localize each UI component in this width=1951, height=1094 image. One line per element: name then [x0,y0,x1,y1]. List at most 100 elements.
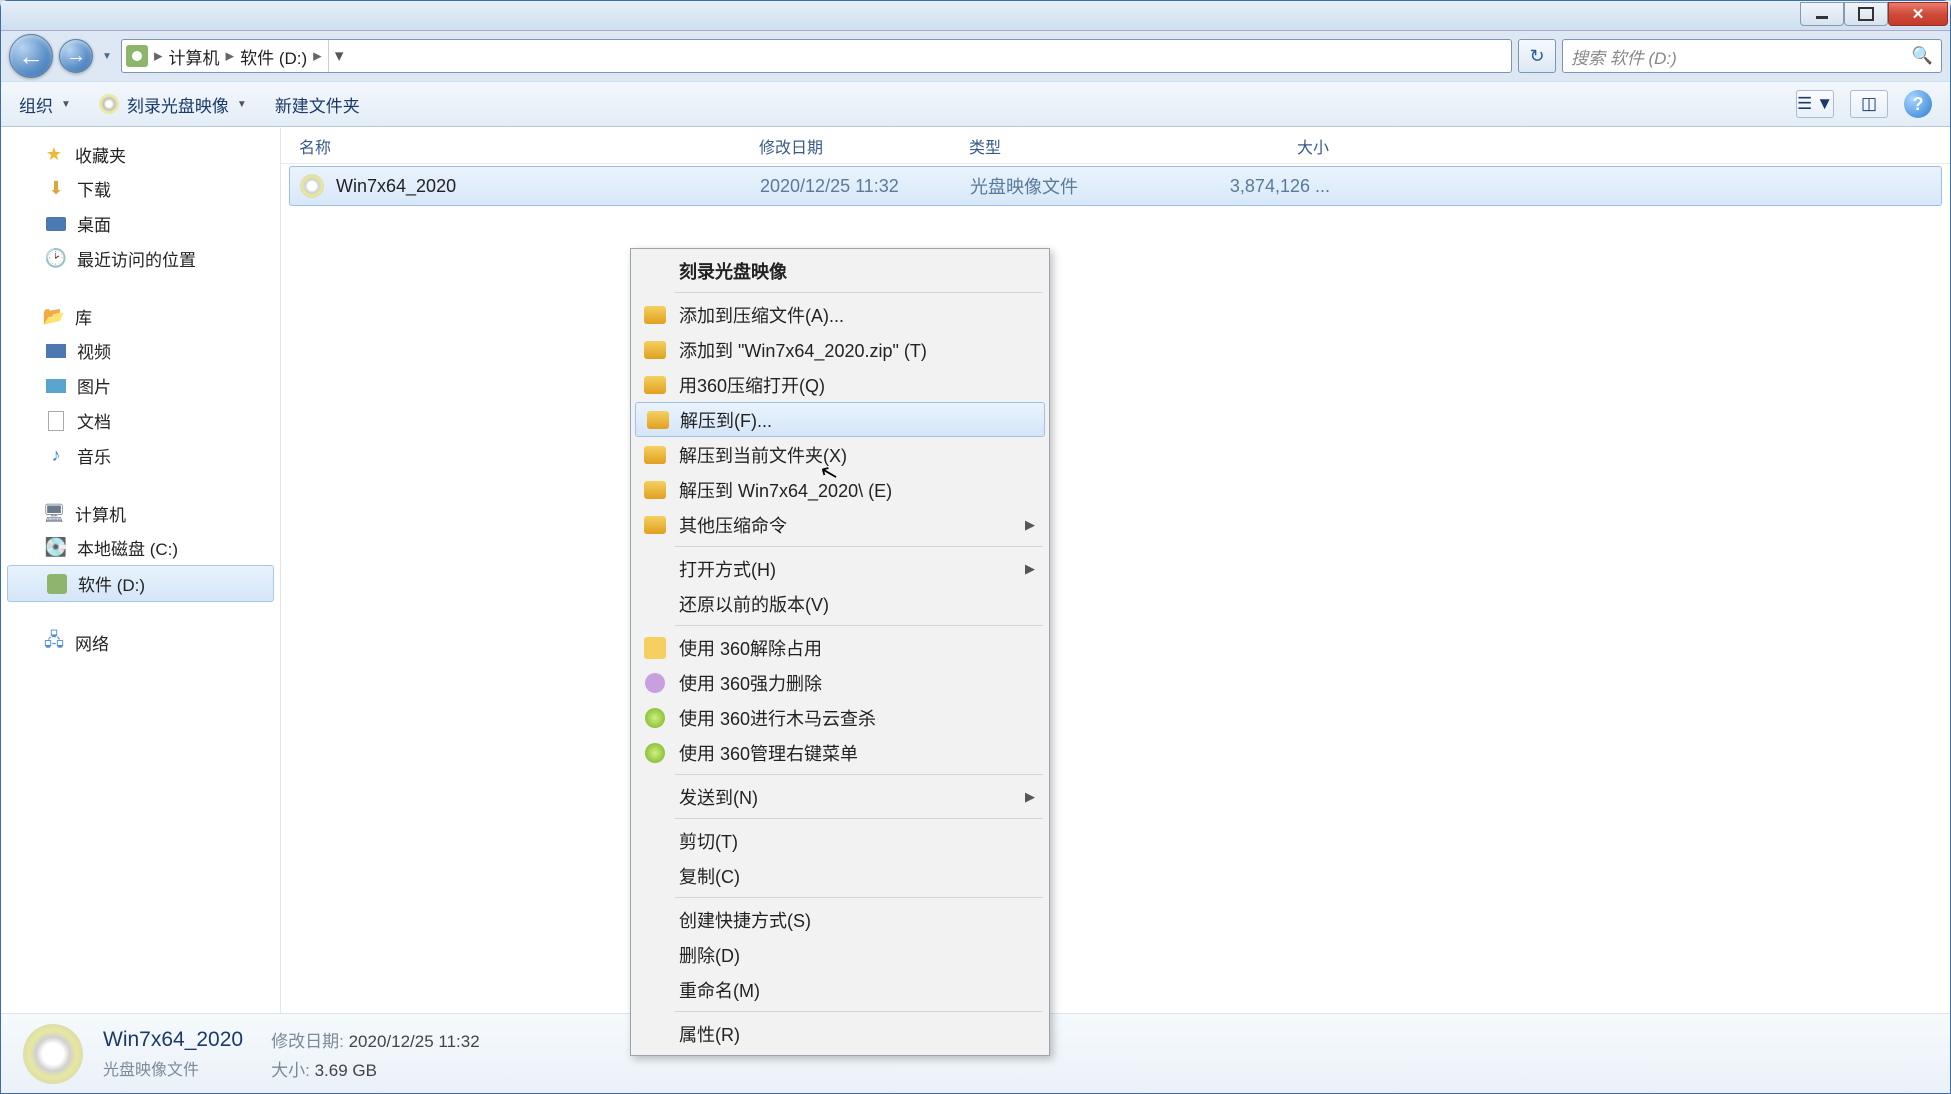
sidebar-libraries[interactable]: 📂 库 [1,300,280,333]
ctx-open-360zip[interactable]: 用360压缩打开(Q) [633,367,1047,402]
search-placeholder: 搜索 软件 (D:) [1571,44,1677,69]
downloads-label: 下载 [77,176,111,201]
ctx-open-with[interactable]: 打开方式(H)▶ [633,551,1047,586]
music-label: 音乐 [77,443,111,468]
ctx-rename[interactable]: 重命名(M) [633,972,1047,1007]
sidebar-drive-d[interactable]: 软件 (D:) [7,565,274,602]
list-icon: ☰ [1797,94,1812,114]
ctx-copy[interactable]: 复制(C) [633,858,1047,893]
nav-row: ← → ▼ ▸ 计算机 ▸ 软件 (D:) ▸ ▾ ↻ 搜索 软件 (D:) 🔍 [1,31,1950,81]
ctx-extract-folder[interactable]: 解压到 Win7x64_2020\ (E) [633,472,1047,507]
breadcrumb-sep-icon: ▸ [226,46,235,66]
ctx-restore-prev[interactable]: 还原以前的版本(V) [633,586,1047,621]
music-icon: ♪ [45,445,67,467]
sidebar-recent[interactable]: 🕑 最近访问的位置 [1,241,280,276]
download-icon: ⬇ [45,178,67,200]
ctx-extract-here[interactable]: 解压到当前文件夹(X) [633,437,1047,472]
organize-button[interactable]: 组织 ▼ [19,92,71,117]
column-date[interactable]: 修改日期 [759,134,969,158]
column-name[interactable]: 名称 [299,134,759,158]
burn-label: 刻录光盘映像 [127,92,229,117]
address-dropdown[interactable]: ▾ [328,40,350,72]
sidebar-music[interactable]: ♪ 音乐 [1,438,280,473]
burn-image-button[interactable]: 刻录光盘映像 ▼ [99,92,247,117]
new-folder-button[interactable]: 新建文件夹 [275,92,360,117]
nav-history-dropdown[interactable]: ▼ [99,51,115,62]
menu-separator [675,546,1043,547]
video-icon [45,340,67,362]
computer-icon: 🖥 [43,503,65,525]
details-date: 2020/12/25 11:32 [349,1032,480,1051]
ctx-shortcut[interactable]: 创建快捷方式(S) [633,902,1047,937]
ctx-other-zip[interactable]: 其他压缩命令▶ [633,507,1047,542]
forward-button[interactable]: → [59,39,93,73]
drive-c-label: 本地磁盘 (C:) [77,535,178,560]
ctx-360-force-del[interactable]: 使用 360强力删除 [633,665,1047,700]
menu-separator [675,292,1043,293]
file-list-pane: 名称 修改日期 类型 大小 Win7x64_2020 2020/12/25 11… [281,128,1950,1013]
drive-icon: 💽 [45,537,67,559]
close-button[interactable] [1888,2,1948,26]
picture-icon [45,375,67,397]
help-button[interactable]: ? [1904,90,1932,118]
sidebar-network[interactable]: 🖧 网络 [1,626,280,659]
window-controls [1800,2,1948,26]
maximize-button[interactable] [1844,2,1888,26]
ctx-burn-image[interactable]: 刻录光盘映像 [633,253,1047,288]
network-icon: 🖧 [43,632,65,654]
minimize-button[interactable] [1800,2,1844,26]
disc-icon [99,94,119,114]
breadcrumb-folder[interactable]: 软件 (D:) [240,44,307,69]
sidebar-drive-c[interactable]: 💽 本地磁盘 (C:) [1,530,280,565]
ctx-add-archive[interactable]: 添加到压缩文件(A)... [633,297,1047,332]
chevron-down-icon: ▼ [237,99,247,110]
ctx-360-scan[interactable]: 使用 360进行木马云查杀 [633,700,1047,735]
360-icon [643,636,667,660]
column-size[interactable]: 大小 [1179,134,1349,158]
file-size: 3,874,126 ... [1180,176,1350,197]
search-input[interactable]: 搜索 软件 (D:) 🔍 [1562,39,1942,73]
address-bar[interactable]: ▸ 计算机 ▸ 软件 (D:) ▸ ▾ [121,39,1512,73]
submenu-arrow-icon: ▶ [1025,561,1035,577]
sidebar-videos[interactable]: 视频 [1,333,280,368]
view-mode-button[interactable]: ☰ ▼ [1796,90,1834,118]
refresh-button[interactable]: ↻ [1518,39,1556,73]
ctx-properties[interactable]: 属性(R) [633,1016,1047,1051]
ctx-cut[interactable]: 剪切(T) [633,823,1047,858]
menu-separator [675,625,1043,626]
ctx-send-to[interactable]: 发送到(N)▶ [633,779,1047,814]
archive-icon [643,513,667,537]
sidebar-computer[interactable]: 🖥 计算机 [1,497,280,530]
ctx-360-unlock[interactable]: 使用 360解除占用 [633,630,1047,665]
sidebar-pictures[interactable]: 图片 [1,368,280,403]
recent-icon: 🕑 [45,248,67,270]
file-row[interactable]: Win7x64_2020 2020/12/25 11:32 光盘映像文件 3,8… [289,166,1942,206]
network-label: 网络 [75,630,109,655]
chevron-down-icon: ▼ [61,99,71,110]
ctx-extract-to[interactable]: 解压到(F)... [635,402,1045,437]
ctx-add-zip[interactable]: 添加到 "Win7x64_2020.zip" (T) [633,332,1047,367]
archive-icon [643,443,667,467]
archive-icon [643,338,667,362]
search-icon[interactable]: 🔍 [1912,46,1933,66]
pictures-label: 图片 [77,373,111,398]
ctx-360-menu[interactable]: 使用 360管理右键菜单 [633,735,1047,770]
preview-pane-button[interactable]: ◫ [1850,90,1888,118]
submenu-arrow-icon: ▶ [1025,517,1035,533]
sidebar-desktop[interactable]: 桌面 [1,206,280,241]
breadcrumb-root[interactable]: 计算机 [169,44,220,69]
sidebar-documents[interactable]: 文档 [1,403,280,438]
sidebar-downloads[interactable]: ⬇ 下载 [1,171,280,206]
archive-icon [646,408,670,432]
details-name-col: Win7x64_2020 光盘映像文件 [103,1028,243,1080]
column-type[interactable]: 类型 [969,134,1179,158]
toolbar: 组织 ▼ 刻录光盘映像 ▼ 新建文件夹 ☰ ▼ ◫ ? [1,81,1950,127]
menu-separator [675,1011,1043,1012]
navigation-sidebar: ★ 收藏夹 ⬇ 下载 桌面 🕑 最近访问的位置 [1,128,281,1013]
iso-file-icon [300,174,324,198]
archive-icon [643,373,667,397]
archive-icon [643,478,667,502]
ctx-delete[interactable]: 删除(D) [633,937,1047,972]
sidebar-favorites[interactable]: ★ 收藏夹 [1,138,280,171]
back-button[interactable]: ← [9,34,53,78]
